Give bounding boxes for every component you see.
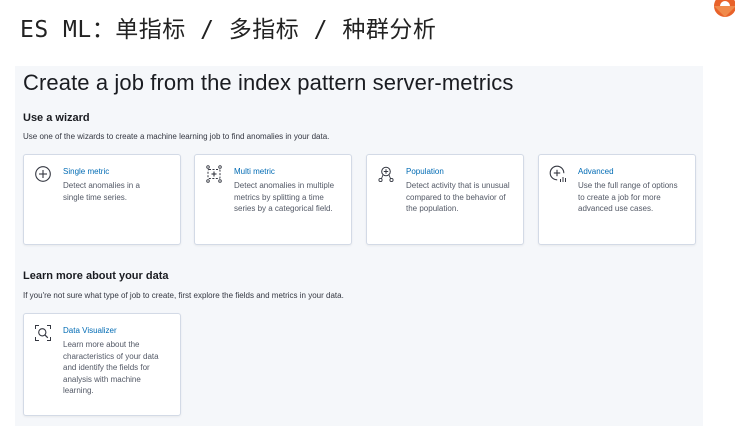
data-visualizer-description: Learn more about the characteristics of …	[63, 340, 159, 395]
population-card[interactable]: Population Detect activity that is unusu…	[366, 154, 524, 245]
create-job-panel: Create a job from the index pattern serv…	[15, 66, 703, 426]
slide-title: ES ML：单指标 / 多指标 / 种群分析	[20, 17, 437, 43]
population-link[interactable]: Population	[406, 167, 444, 176]
population-description: Detect activity that is unusual compared…	[406, 181, 510, 213]
multi-metric-link[interactable]: Multi metric	[234, 167, 275, 176]
data-visualizer-link[interactable]: Data Visualizer	[63, 326, 117, 335]
advanced-description: Use the full range of options to create …	[578, 181, 678, 213]
multi-metric-icon	[205, 165, 223, 183]
page-title: Create a job from the index pattern serv…	[23, 70, 514, 95]
wizard-section-title: Use a wizard	[23, 112, 90, 124]
population-icon	[377, 165, 395, 183]
learn-section-description: If you're not sure what type of job to c…	[23, 291, 344, 300]
plus-circle-icon	[34, 165, 52, 183]
multi-metric-card[interactable]: Multi metric Detect anomalies in multipl…	[194, 154, 352, 245]
wizard-section-description: Use one of the wizards to create a machi…	[23, 132, 330, 141]
advanced-link[interactable]: Advanced	[578, 167, 614, 176]
learn-section-title: Learn more about your data	[23, 270, 169, 282]
single-metric-link[interactable]: Single metric	[63, 167, 109, 176]
multi-metric-description: Detect anomalies in multiple metrics by …	[234, 181, 335, 213]
single-metric-card[interactable]: Single metric Detect anomalies in a sing…	[23, 154, 181, 245]
data-visualizer-icon	[34, 324, 52, 342]
advanced-card[interactable]: Advanced Use the full range of options t…	[538, 154, 696, 245]
advanced-icon	[549, 165, 567, 183]
data-visualizer-card[interactable]: Data Visualizer Learn more about the cha…	[23, 313, 181, 416]
logo-icon	[705, 0, 735, 22]
single-metric-description: Detect anomalies in a single time series…	[63, 181, 140, 202]
